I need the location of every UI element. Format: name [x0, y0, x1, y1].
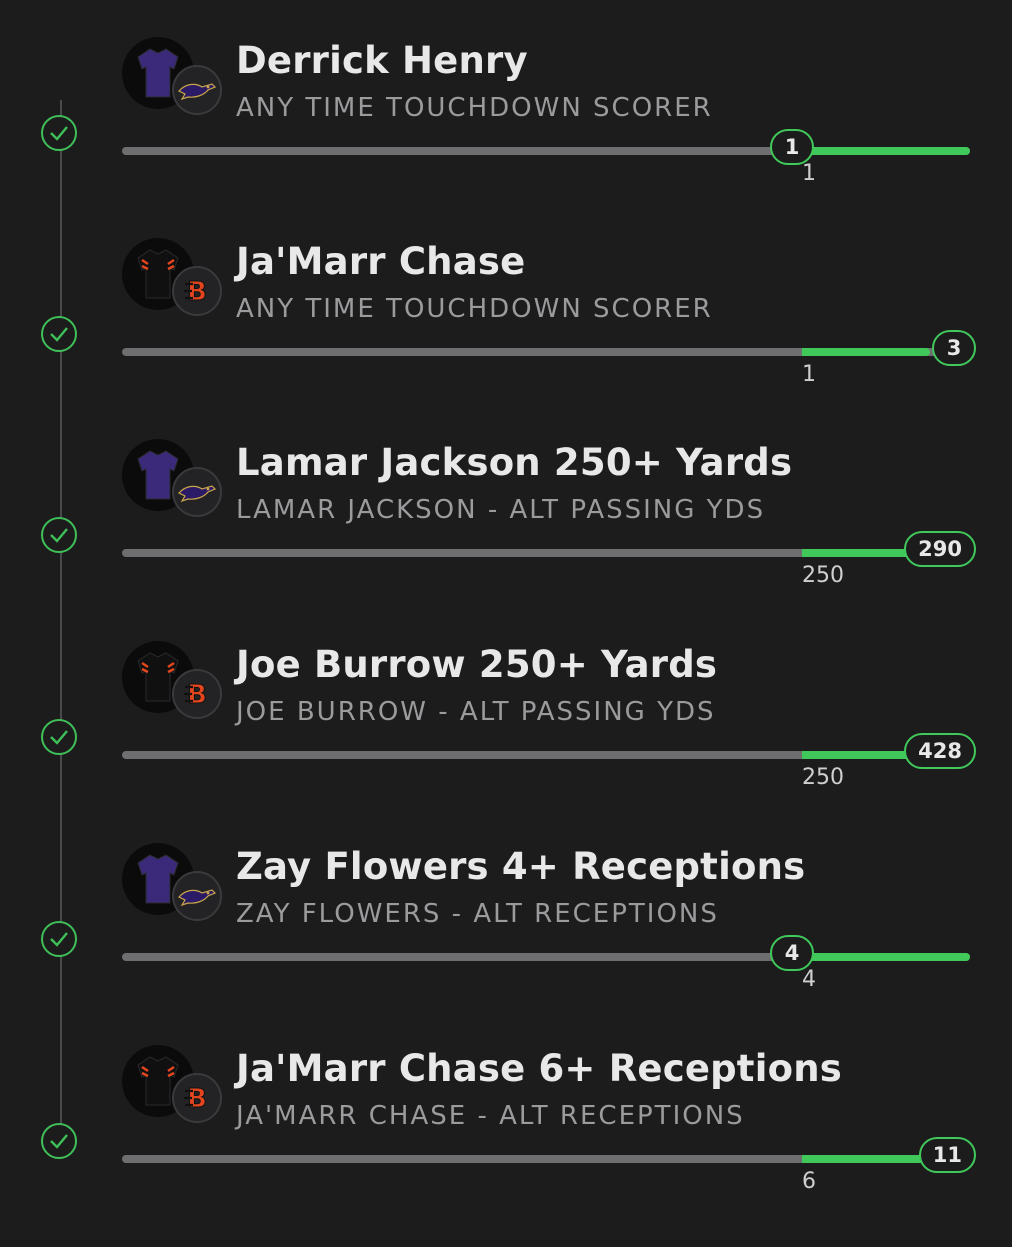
leg-jamarr-chase-rec[interactable]: B Ja'Marr Chase 6+ Receptions JA'MARR CH…	[0, 1045, 1012, 1247]
progress-track: 250 290	[122, 531, 976, 588]
team-logo-icon: B	[172, 266, 222, 316]
actual-value-bubble: 11	[918, 1137, 976, 1173]
line-value: 6	[802, 1169, 816, 1194]
progress-track: 6 11	[122, 1137, 976, 1194]
progress-track: 250 428	[122, 733, 976, 790]
line-value: 250	[802, 765, 844, 790]
leg-subtitle: ANY TIME TOUCHDOWN SCORER	[236, 93, 713, 123]
leg-subtitle: JOE BURROW - ALT PASSING YDS	[236, 697, 716, 727]
actual-value-bubble: 428	[904, 733, 976, 769]
line-value: 1	[802, 362, 816, 387]
line-value: 250	[802, 563, 844, 588]
leg-subtitle: ZAY FLOWERS - ALT RECEPTIONS	[236, 899, 719, 929]
check-circle-icon	[41, 1123, 77, 1159]
progress-track: 1 3	[122, 330, 976, 387]
leg-subtitle: LAMAR JACKSON - ALT PASSING YDS	[236, 495, 766, 525]
leg-subtitle: JA'MARR CHASE - ALT RECEPTIONS	[236, 1101, 745, 1131]
progress-track: 1 1	[122, 129, 970, 186]
leg-title: Derrick Henry	[236, 39, 528, 82]
leg-title: Joe Burrow 250+ Yards	[236, 643, 718, 686]
line-value: 1	[802, 161, 816, 186]
check-circle-icon	[41, 115, 77, 151]
line-value: 4	[802, 967, 816, 992]
progress-fill	[802, 1155, 930, 1163]
leg-title: Ja'Marr Chase 6+ Receptions	[236, 1047, 842, 1090]
actual-value-bubble: 3	[932, 330, 976, 366]
leg-title: Lamar Jackson 250+ Yards	[236, 441, 793, 484]
team-logo-icon: B	[172, 669, 222, 719]
team-logo-icon	[172, 65, 222, 115]
check-circle-icon	[41, 316, 77, 352]
leg-zay-flowers[interactable]: Zay Flowers 4+ Receptions ZAY FLOWERS - …	[0, 843, 1012, 1045]
actual-value-bubble: 1	[770, 129, 814, 165]
progress-fill	[802, 348, 930, 356]
team-logo-icon	[172, 871, 222, 921]
actual-value-bubble: 4	[770, 935, 814, 971]
actual-value-bubble: 290	[904, 531, 976, 567]
progress-fill	[802, 147, 970, 155]
leg-subtitle: ANY TIME TOUCHDOWN SCORER	[236, 294, 713, 324]
check-circle-icon	[41, 921, 77, 957]
team-logo-icon	[172, 467, 222, 517]
leg-derrick-henry[interactable]: Derrick Henry ANY TIME TOUCHDOWN SCORER …	[0, 37, 1012, 239]
progress-fill	[802, 953, 970, 961]
progress-track: 4 4	[122, 935, 970, 992]
team-logo-icon: B	[172, 1073, 222, 1123]
leg-title: Ja'Marr Chase	[236, 240, 526, 283]
check-circle-icon	[41, 517, 77, 553]
leg-jamarr-chase-td[interactable]: B Ja'Marr Chase ANY TIME TOUCHDOWN SCORE…	[0, 238, 1012, 440]
leg-lamar-jackson[interactable]: Lamar Jackson 250+ Yards LAMAR JACKSON -…	[0, 439, 1012, 641]
leg-title: Zay Flowers 4+ Receptions	[236, 845, 806, 888]
check-circle-icon	[41, 719, 77, 755]
leg-joe-burrow[interactable]: B Joe Burrow 250+ Yards JOE BURROW - ALT…	[0, 641, 1012, 843]
